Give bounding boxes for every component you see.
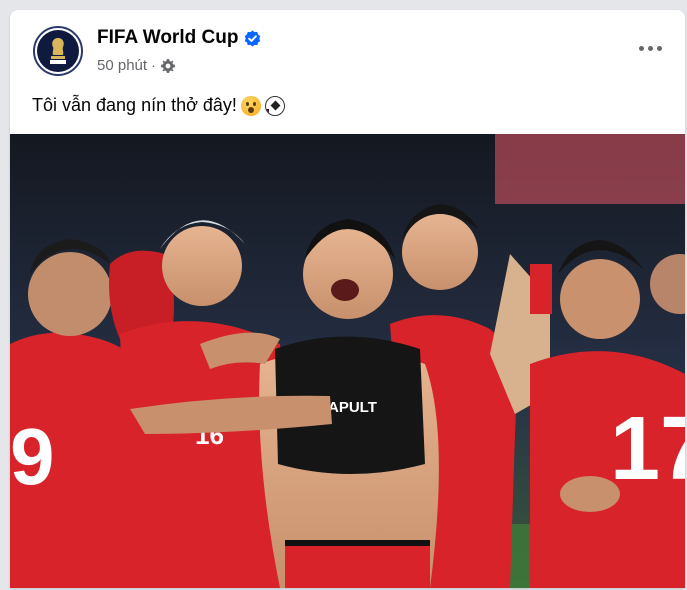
gear-icon[interactable]	[160, 58, 176, 74]
players-celebration-photo: 9 16 17 APULT	[10, 134, 685, 588]
fifa-logo-icon	[37, 30, 79, 72]
astonished-face-emoji	[240, 95, 261, 116]
page-name-label[interactable]: FIFA World Cup	[97, 27, 238, 49]
post-photo[interactable]: 9 16 17 APULT	[10, 134, 685, 588]
jersey-number-9: 9	[10, 412, 55, 501]
page-name[interactable]: FIFA World Cup	[97, 27, 261, 49]
meta-separator: ·	[151, 57, 157, 74]
jersey-number-17: 17	[610, 399, 685, 499]
post-message: Tôi vẫn đang nín thở đây!	[32, 95, 237, 115]
verified-badge-icon	[244, 30, 261, 47]
more-options-icon[interactable]	[635, 38, 665, 58]
dot	[656, 45, 662, 51]
post-header: FIFA World Cup 50 phút ·	[10, 10, 685, 90]
post-timestamp[interactable]: 50 phút	[97, 57, 147, 74]
soccer-ball-emoji	[264, 95, 285, 116]
post-meta: 50 phút ·	[97, 57, 176, 74]
page-avatar[interactable]	[33, 26, 83, 76]
vest-sponsor-text: APULT	[328, 399, 377, 416]
stadium-board	[495, 134, 685, 204]
dot	[647, 45, 653, 51]
dot	[638, 45, 644, 51]
post-card: FIFA World Cup 50 phút · Tôi vẫn đang ní…	[10, 10, 685, 588]
post-text: Tôi vẫn đang nín thở đây!	[32, 95, 285, 116]
